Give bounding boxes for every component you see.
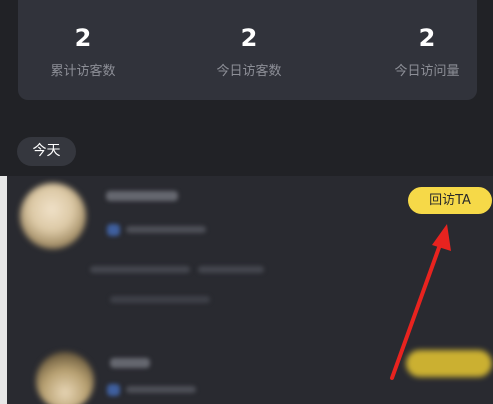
list-edge <box>0 176 7 404</box>
visitor-info-blurred <box>126 386 196 393</box>
visitor-detail-blurred <box>110 296 210 303</box>
section-header-today: 今天 <box>17 137 76 166</box>
visitor-badge-icon <box>107 224 120 236</box>
stat-total-visitors: 2 累计访客数 <box>18 22 148 81</box>
stat-label: 今日访问量 <box>394 64 460 79</box>
visitor-badge-icon <box>107 384 120 396</box>
stat-today-visits: 2 今日访问量 <box>362 22 492 81</box>
revisit-button-blurred[interactable] <box>406 350 492 377</box>
stat-value: 2 <box>418 24 436 52</box>
revisit-button[interactable]: 回访TA <box>408 187 492 214</box>
visitor-detail-blurred <box>198 266 264 273</box>
visitor-name-blurred <box>110 358 150 368</box>
stat-value: 2 <box>74 24 92 52</box>
visitor-name-blurred <box>106 191 178 201</box>
visitor-stats-card: 2 累计访客数 2 今日访客数 2 今日访问量 <box>18 0 477 100</box>
stat-today-visitors: 2 今日访客数 <box>184 22 314 81</box>
stat-label: 累计访客数 <box>50 64 116 79</box>
stat-value: 2 <box>240 24 258 52</box>
visitor-info-blurred <box>126 226 206 233</box>
visitor-detail-blurred <box>90 266 190 273</box>
stat-label: 今日访客数 <box>216 64 282 79</box>
avatar[interactable] <box>20 183 86 249</box>
avatar[interactable] <box>36 352 94 404</box>
